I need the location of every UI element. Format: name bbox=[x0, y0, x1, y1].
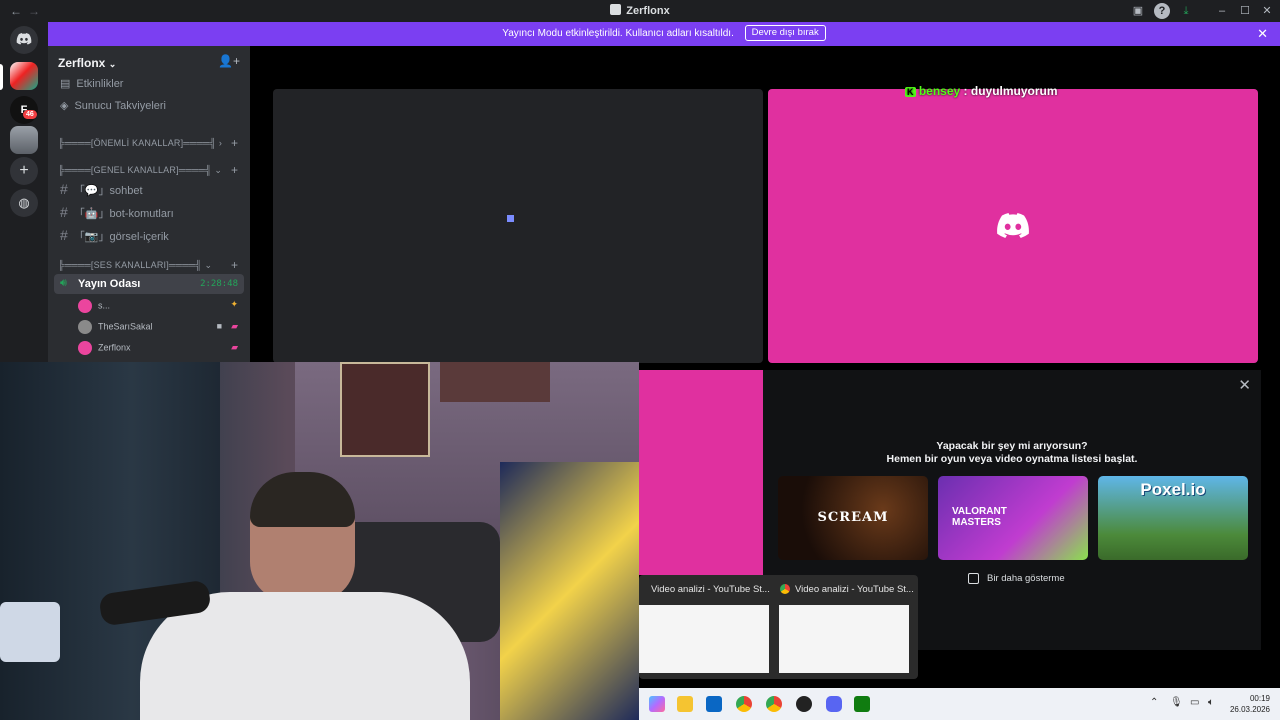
server-boosts-item[interactable]: ◈ Sunucu Takviyeleri bbox=[60, 99, 166, 112]
volume-icon[interactable]: 🔈︎ bbox=[1208, 697, 1214, 708]
preview-thumbnail[interactable] bbox=[639, 605, 769, 673]
gift-icon: ✦ bbox=[230, 299, 238, 309]
discord-home-icon[interactable] bbox=[10, 26, 38, 54]
windows-taskbar: ⌃ 🎙︎ ▭ 🔈︎ 00:19 26.03.2026 bbox=[639, 688, 1280, 720]
camera-icon: ■ bbox=[216, 321, 222, 331]
category-important[interactable]: ╠════[ÖNEMLİ KANALLAR]════╣ › bbox=[58, 138, 222, 148]
xbox-icon[interactable] bbox=[854, 696, 870, 712]
active-server-indicator bbox=[0, 64, 3, 90]
microphone-icon[interactable]: 🎙︎ bbox=[1170, 697, 1183, 708]
server-rail: F 46 + ◍ bbox=[0, 22, 48, 362]
dont-show-again-label: Bir daha gösterme bbox=[987, 573, 1065, 584]
hash-icon: # bbox=[60, 227, 68, 243]
notification-badge: 46 bbox=[23, 110, 37, 119]
channel-bot-komutlari[interactable]: # 「🤖」bot-komutları bbox=[60, 204, 174, 221]
obs-icon[interactable] bbox=[796, 696, 812, 712]
calendar-icon: ▤ bbox=[60, 78, 71, 90]
channel-gorsel-icerik[interactable]: # 「📷」görsel-içerik bbox=[60, 227, 169, 244]
banner-text: Yayıncı Modu etkinleştirildi. Kullanıcı … bbox=[502, 28, 734, 39]
maximize-icon[interactable]: ☐ bbox=[1237, 3, 1253, 19]
preview-title[interactable]: Video analizi - YouTube St... bbox=[795, 584, 914, 595]
file-explorer-icon[interactable] bbox=[677, 696, 693, 712]
add-channel-icon[interactable]: + bbox=[231, 258, 238, 272]
disable-streamer-mode-button[interactable]: Devre dışı bırak bbox=[744, 25, 826, 41]
download-icon[interactable]: ⤓ bbox=[1178, 3, 1194, 19]
add-channel-icon[interactable]: + bbox=[231, 163, 238, 177]
stream-tile-pink-2[interactable] bbox=[639, 370, 763, 575]
network-icon[interactable]: ▭ bbox=[1190, 697, 1199, 708]
chrome-icon bbox=[780, 584, 790, 594]
category-voice[interactable]: ╠════[SES KANALLARI]════╣ ⌄ bbox=[58, 260, 212, 271]
activity-icon: ▰ bbox=[231, 342, 238, 352]
preview-thumbnail[interactable] bbox=[779, 605, 909, 673]
voice-user[interactable]: s... bbox=[78, 299, 110, 313]
discord-icon[interactable] bbox=[826, 696, 842, 712]
avatar bbox=[78, 320, 92, 334]
activity-card-poxel[interactable]: Poxel.io bbox=[1098, 476, 1248, 560]
chat-overlay-label: K bensey : duyulmuyorum bbox=[905, 84, 1058, 98]
activity-prompt: Yapacak bir şey mi arıyorsun? Hemen bir … bbox=[886, 440, 1138, 465]
invite-user-icon[interactable]: 👤+ bbox=[218, 54, 240, 68]
events-item[interactable]: ▤ Etkinlikler bbox=[60, 77, 123, 90]
chrome-icon[interactable] bbox=[766, 696, 782, 712]
voice-user[interactable]: Zerflonx bbox=[78, 341, 131, 355]
channel-sidebar: Zerflonx ⌄ 👤+ ▤ Etkinlikler ◈ Sunucu Takvi… bbox=[48, 46, 250, 362]
add-server-icon[interactable]: + bbox=[10, 157, 38, 185]
loading-indicator bbox=[507, 215, 514, 222]
clock[interactable]: 00:19 26.03.2026 bbox=[1230, 693, 1270, 715]
voice-user[interactable]: TheSarıSakal bbox=[78, 320, 153, 334]
poster bbox=[440, 362, 550, 402]
close-banner-icon[interactable]: ✕ bbox=[1257, 22, 1268, 46]
flag bbox=[500, 462, 639, 720]
chevron-down-icon: ⌄ bbox=[108, 59, 117, 69]
voice-timer: 2:28:48 bbox=[200, 279, 238, 289]
chrome-icon[interactable] bbox=[736, 696, 752, 712]
discord-logo-icon bbox=[997, 213, 1029, 238]
server-name-header[interactable]: Zerflonx ⌄ bbox=[58, 56, 116, 70]
chevron-right-icon: › bbox=[218, 138, 223, 148]
chevron-down-icon: ⌄ bbox=[214, 165, 223, 175]
close-icon[interactable]: ✕ bbox=[1238, 376, 1251, 394]
wipes-pack bbox=[0, 602, 60, 662]
activity-card-valorant[interactable]: VALORANT MASTERS bbox=[938, 476, 1088, 560]
server-image-icon[interactable] bbox=[10, 126, 38, 154]
boost-icon: ◈ bbox=[60, 100, 69, 112]
voice-channel-yayin-odasi[interactable]: 🔊︎ Yayın Odası 2:28:48 bbox=[54, 274, 244, 294]
poster bbox=[340, 362, 430, 457]
screen-share-icon[interactable]: ▣ bbox=[1130, 3, 1146, 19]
speaker-icon: 🔊︎ bbox=[60, 277, 67, 289]
store-icon[interactable] bbox=[706, 696, 722, 712]
add-channel-icon[interactable]: + bbox=[231, 136, 238, 150]
taskbar-preview: Video analizi - YouTube St... Video anal… bbox=[639, 575, 918, 679]
stream-tile-pink[interactable] bbox=[768, 89, 1258, 363]
preview-title[interactable]: Video analizi - YouTube St... bbox=[651, 584, 770, 595]
channel-sohbet[interactable]: # 「💬」sohbet bbox=[60, 181, 143, 198]
webcam-feed bbox=[0, 362, 639, 720]
dont-show-again-checkbox[interactable] bbox=[968, 573, 979, 584]
avatar bbox=[78, 341, 92, 355]
category-general[interactable]: ╠════[GENEL KANALLAR]════╣ ⌄ bbox=[58, 165, 222, 176]
server-zerflonx-icon[interactable] bbox=[10, 62, 38, 90]
activity-card-scream[interactable]: SCREAM bbox=[778, 476, 928, 560]
avatar bbox=[78, 299, 92, 313]
hash-icon: # bbox=[60, 204, 68, 220]
stream-tile-dark[interactable] bbox=[273, 89, 763, 363]
streamer-mode-banner: Yayıncı Modu etkinleştirildi. Kullanıcı … bbox=[48, 22, 1280, 46]
help-icon[interactable]: ? bbox=[1154, 3, 1170, 19]
discover-compass-icon[interactable]: ◍ bbox=[10, 189, 38, 217]
close-window-icon[interactable]: ✕ bbox=[1259, 3, 1275, 19]
hash-icon: # bbox=[60, 181, 68, 197]
activity-icon: ▰ bbox=[231, 321, 238, 331]
title-bar: ← → Zerflonx ▣ ? ⤓ – ☐ ✕ bbox=[0, 0, 1280, 22]
window-title: Zerflonx bbox=[0, 4, 1280, 17]
app-logo-icon bbox=[610, 4, 622, 15]
minimize-icon[interactable]: – bbox=[1214, 3, 1230, 19]
copilot-icon[interactable] bbox=[649, 696, 665, 712]
chevron-up-icon[interactable]: ⌃ bbox=[1150, 697, 1158, 708]
chevron-down-icon: ⌄ bbox=[204, 260, 213, 270]
